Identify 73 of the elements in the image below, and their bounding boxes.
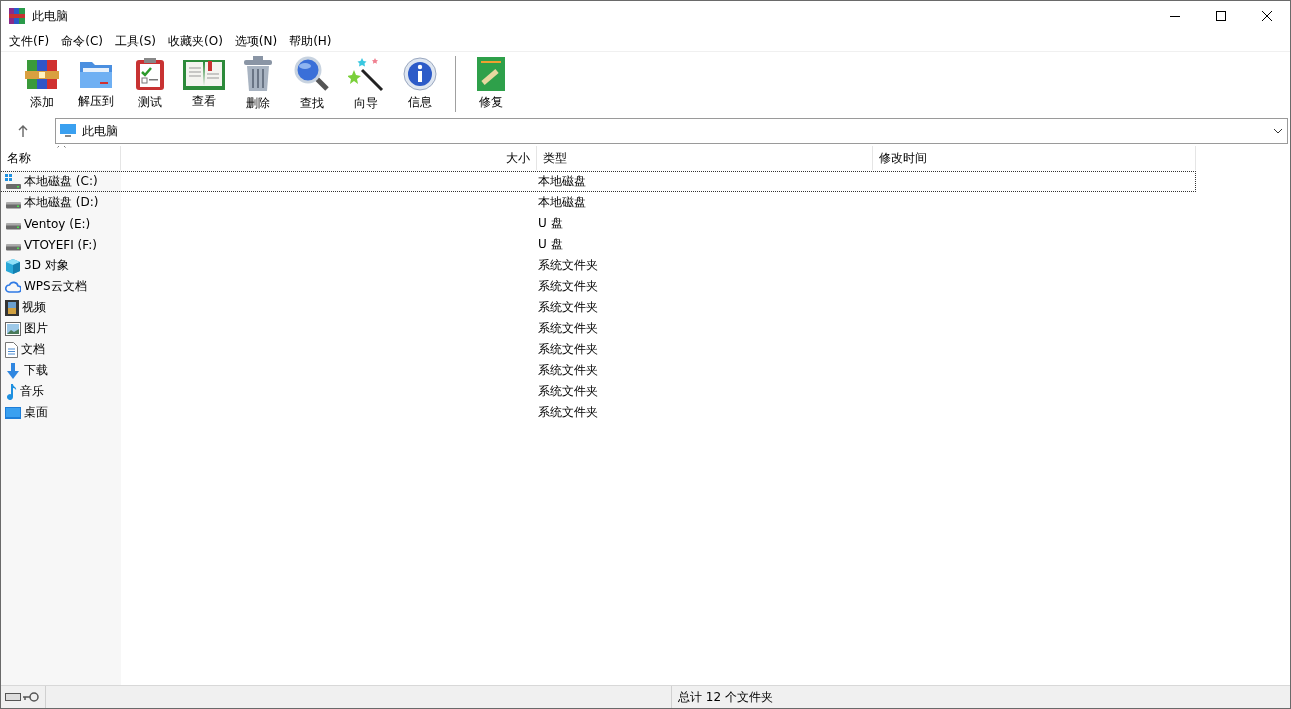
column-header[interactable]: 类型 [537, 146, 873, 170]
file-name: Ventoy (E:) [23, 215, 92, 233]
file-name: 本地磁盘 (C:) [23, 173, 99, 190]
file-type: 系统文件夹 [538, 278, 598, 295]
minimize-icon[interactable] [1170, 15, 1180, 17]
file-type: 系统文件夹 [538, 299, 598, 316]
magnifier-icon [294, 56, 330, 92]
close-icon[interactable] [1262, 11, 1272, 21]
drive-icon [5, 693, 21, 701]
file-name: 音乐 [19, 383, 45, 400]
file-name: WPS云文档 [23, 278, 88, 295]
monitor-icon [60, 124, 76, 138]
status-text: 总计 12 个文件夹 [677, 688, 774, 706]
toolbar-button[interactable]: 解压到 [69, 54, 123, 114]
repair-box-icon [477, 57, 505, 91]
column-header[interactable]: 名称 [1, 146, 121, 170]
file-name: 桌面 [23, 404, 49, 421]
toolbar-button[interactable]: 修复 [464, 54, 518, 114]
window-title: 此电脑 [32, 7, 69, 25]
menu-item[interactable]: 文件(F) [3, 32, 56, 50]
magic-wand-icon [348, 56, 384, 92]
file-type: 系统文件夹 [538, 320, 598, 337]
file-name: VTOYEFI (F:) [23, 236, 98, 254]
toolbar-button[interactable]: 测试 [123, 54, 177, 114]
toolbar-button[interactable]: 删除 [231, 54, 285, 114]
file-type: 系统文件夹 [538, 257, 598, 274]
clipboard-icon [135, 57, 165, 91]
picture-icon [5, 321, 21, 336]
drive-icon [5, 243, 21, 251]
app-logo-icon [9, 8, 25, 24]
menu-item[interactable]: 收藏夹(O) [162, 32, 229, 50]
toolbar-button[interactable]: 添加 [15, 54, 69, 114]
download-arrow-icon [5, 362, 21, 379]
music-note-icon [5, 383, 17, 400]
file-type: 本地磁盘 [538, 173, 586, 190]
file-type: 本地磁盘 [538, 194, 586, 211]
drive-icon [5, 201, 21, 209]
maximize-icon[interactable] [1216, 11, 1226, 21]
book-icon [183, 58, 225, 90]
file-name: 视频 [21, 299, 47, 316]
menu-item[interactable]: 命令(C) [55, 32, 109, 50]
books-icon [25, 57, 59, 91]
trash-icon [243, 56, 273, 92]
file-type: U 盘 [538, 215, 563, 232]
column-header[interactable]: 修改时间 [873, 146, 1196, 170]
menu-item[interactable]: 工具(S) [109, 32, 162, 50]
file-type: 系统文件夹 [538, 362, 598, 379]
address-field[interactable]: 此电脑 [55, 118, 1288, 144]
file-type: 系统文件夹 [538, 383, 598, 400]
focused-row[interactable]: 本地磁盘 (C:) 本地磁盘 [1, 171, 1196, 192]
file-name: 文档 [20, 341, 46, 358]
toolbar-button[interactable]: 信息 [393, 54, 447, 114]
file-type: 系统文件夹 [538, 404, 598, 421]
file-type: U 盘 [538, 236, 563, 253]
cube-icon [5, 257, 21, 274]
info-icon [403, 57, 437, 91]
toolbar-button[interactable]: 查找 [285, 54, 339, 114]
file-name: 图片 [23, 320, 49, 337]
toolbar-button[interactable]: 查看 [177, 54, 231, 114]
file-name: 3D 对象 [23, 257, 70, 274]
toolbar-button[interactable]: 向导 [339, 54, 393, 114]
document-icon [5, 341, 18, 358]
menu-item[interactable]: 选项(N) [228, 32, 284, 50]
file-name: 本地磁盘 (D:) [23, 194, 100, 211]
file-name: 下载 [23, 362, 49, 379]
menu-item[interactable]: 帮助(H) [283, 32, 338, 50]
dropdown-caret-icon[interactable] [1273, 128, 1283, 134]
column-header[interactable]: 大小 [121, 146, 537, 170]
drive-icon [5, 222, 21, 230]
system-drive-icon [5, 173, 21, 190]
up-arrow-icon[interactable] [18, 125, 28, 137]
file-type: 系统文件夹 [538, 341, 598, 358]
key-icon [23, 692, 39, 702]
